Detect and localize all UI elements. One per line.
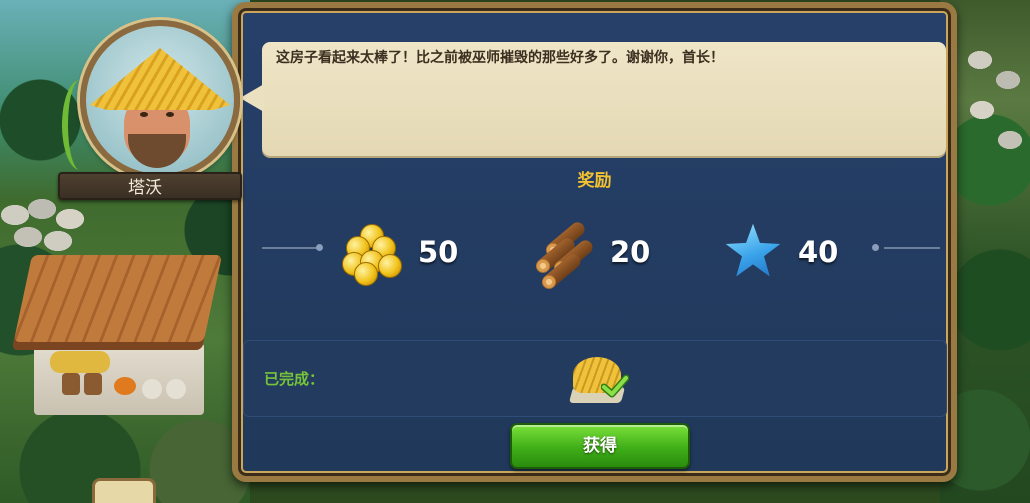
reward-stars: 40 <box>724 222 854 286</box>
thatched-hut-icon <box>567 351 635 409</box>
stone-path <box>0 195 120 255</box>
checkmark-icon <box>601 374 629 398</box>
wood-logs-icon <box>530 219 596 291</box>
gold-coins-icon <box>340 222 402 286</box>
completed-label: 已完成： <box>264 370 325 388</box>
reward-wood: 20 <box>530 219 660 291</box>
speech-bubble: 这房子看起来太棒了！比之前被巫师摧毁的那些好多了。谢谢你，首长！ <box>240 42 946 156</box>
straw-hat <box>90 48 230 110</box>
divider-right <box>884 247 940 249</box>
reward-stars-amount: 40 <box>798 235 839 269</box>
divider-left <box>262 247 318 249</box>
rewards-title: 奖励 <box>577 171 612 191</box>
bottom-menu-tab[interactable] <box>92 478 156 503</box>
completed-section: 已完成： <box>243 340 947 417</box>
claim-reward-button[interactable]: 获得 <box>510 423 690 469</box>
village-house <box>11 255 223 425</box>
reward-gold: 50 <box>340 222 470 286</box>
npc-avatar <box>80 20 240 180</box>
reward-gold-amount: 50 <box>418 235 459 269</box>
blue-star-icon <box>725 223 781 277</box>
npc-name-plate: 塔沃 <box>58 172 242 200</box>
npc-dialogue-text: 这房子看起来太棒了！比之前被巫师摧毁的那些好多了。谢谢你，首长！ <box>276 50 724 66</box>
reward-wood-amount: 20 <box>610 235 651 269</box>
stone-path-right <box>960 40 1030 160</box>
